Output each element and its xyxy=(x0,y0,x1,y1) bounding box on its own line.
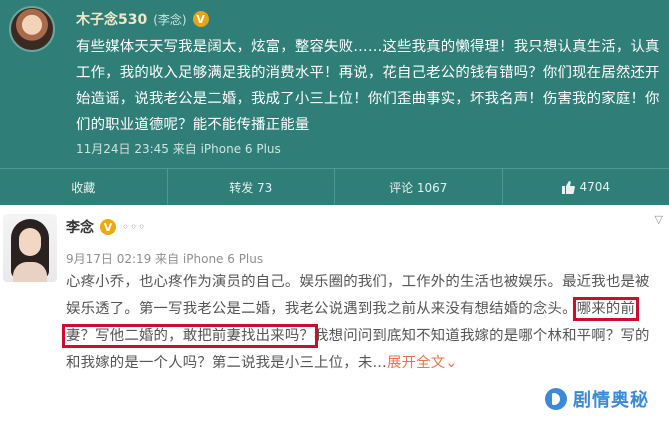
user-name[interactable]: 木子念530 xyxy=(76,9,147,29)
weibo-post-li-nian: 李念 V ◦◦◦ ▽ 9月17日 02:19 来自 iPhone 6 Plus … xyxy=(0,205,669,422)
watermark: 剧情奥秘 xyxy=(545,386,649,412)
like-button[interactable]: 4704 xyxy=(503,169,669,205)
user-name-row: 李念 V ◦◦◦ xyxy=(66,217,146,237)
user-name[interactable]: 李念 xyxy=(66,217,94,237)
repost-button[interactable]: 转发 73 xyxy=(168,169,335,205)
watermark-logo-icon xyxy=(545,388,567,410)
verified-v-icon: V xyxy=(192,11,209,27)
user-avatar[interactable] xyxy=(9,6,55,52)
comment-label: 评论 1067 xyxy=(389,180,448,195)
more-dots-icon: ◦◦◦ xyxy=(122,220,147,234)
chevron-down-icon[interactable]: ▽ xyxy=(655,213,663,226)
post-meta: 9月17日 02:19 来自 iPhone 6 Plus xyxy=(66,252,264,266)
repost-label: 转发 73 xyxy=(229,180,273,195)
expand-chevron-icon: ⌄ xyxy=(445,355,458,371)
expand-label: 展开全文 xyxy=(387,355,446,371)
content-before: 心疼小乔，也心疼作为演员的自己。娱乐圈的我们，工作外的生活也被娱乐。最近我也是被… xyxy=(66,274,650,317)
user-real-name: (李念) xyxy=(153,12,187,27)
favorite-button[interactable]: 收藏 xyxy=(0,169,168,205)
favorite-label: 收藏 xyxy=(71,180,96,195)
avatar-body xyxy=(13,262,47,282)
expand-full-text-link[interactable]: 展开全文⌄ xyxy=(387,355,458,371)
thumbs-up-icon xyxy=(562,180,576,194)
user-avatar[interactable] xyxy=(3,214,57,282)
user-name-row: 木子念530 (李念) V xyxy=(76,9,209,29)
avatar-face xyxy=(19,228,41,256)
post-content: 有些媒体天天写我是阔太，炫富，整容失败……这些我真的懒得理！我只想认真生活，认真… xyxy=(76,39,660,133)
post-meta: 11月24日 23:45 来自 iPhone 6 Plus xyxy=(76,142,281,156)
post-action-bar: 收藏 转发 73 评论 1067 4704 xyxy=(0,169,669,205)
watermark-text: 剧情奥秘 xyxy=(573,390,649,411)
comment-button[interactable]: 评论 1067 xyxy=(335,169,503,205)
verified-v-icon: V xyxy=(100,219,116,235)
weibo-post-mu-zi-nian: 木子念530 (李念) V 有些媒体天天写我是阔太，炫富，整容失败……这些我真的… xyxy=(0,0,669,205)
like-count: 4704 xyxy=(579,180,611,194)
post-content: 心疼小乔，也心疼作为演员的自己。娱乐圈的我们，工作外的生活也被娱乐。最近我也是被… xyxy=(61,269,664,377)
